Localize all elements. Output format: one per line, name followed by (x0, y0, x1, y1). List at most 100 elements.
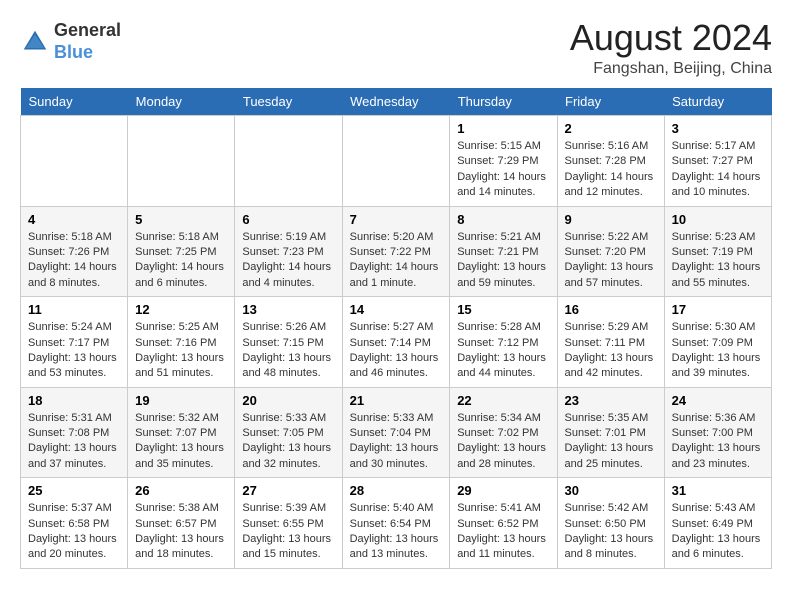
logo-general: General (54, 20, 121, 42)
calendar-cell: 15 Sunrise: 5:28 AM Sunset: 7:12 PM Dayli… (450, 297, 557, 388)
calendar-cell: 7 Sunrise: 5:20 AM Sunset: 7:22 PM Daylig… (342, 206, 450, 297)
day-number: 30 (565, 483, 657, 498)
day-number: 6 (242, 212, 334, 227)
day-number: 10 (672, 212, 764, 227)
calendar-cell: 25Sunrise: 5:37 AM Sunset: 6:58 PM Dayli… (21, 478, 128, 569)
calendar-cell (235, 116, 342, 207)
day-info: Sunrise: 5:40 AM Sunset: 6:54 PM Dayligh… (350, 501, 443, 563)
day-number: 3 (672, 121, 764, 136)
calendar-cell: 17Sunrise: 5:30 AM Sunset: 7:09 PM Dayli… (664, 297, 771, 388)
header-cell-thursday: Thursday (450, 88, 557, 116)
day-number: 22 (457, 393, 549, 408)
header-row: SundayMondayTuesdayWednesdayThursdayFrid… (21, 88, 772, 116)
day-info: Sunrise: 5:17 AM Sunset: 7:27 PM Dayligh… (672, 139, 764, 201)
day-number: 29 (457, 483, 549, 498)
calendar-week-row: 1Sunrise: 5:15 AM Sunset: 7:29 PM Daylig… (21, 116, 772, 207)
header-cell-sunday: Sunday (21, 88, 128, 116)
day-number: 9 (565, 212, 657, 227)
day-info: Sunrise: 5:24 AM Sunset: 7:17 PM Dayligh… (28, 320, 120, 382)
day-number: 1 (457, 121, 549, 136)
day-info: Sunrise: 5:16 AM Sunset: 7:28 PM Dayligh… (565, 139, 657, 201)
day-info: Sunrise: 5:18 AM Sunset: 7:25 PM Dayligh… (135, 230, 227, 292)
calendar-cell: 26Sunrise: 5:38 AM Sunset: 6:57 PM Dayli… (128, 478, 235, 569)
day-info: Sunrise: 5:42 AM Sunset: 6:50 PM Dayligh… (565, 501, 657, 563)
day-number: 31 (672, 483, 764, 498)
logo-icon (20, 27, 50, 57)
day-info: Sunrise: 5:19 AM Sunset: 7:23 PM Dayligh… (242, 230, 334, 292)
calendar-cell: 28 Sunrise: 5:40 AM Sunset: 6:54 PM Dayli… (342, 478, 450, 569)
day-number: 2 (565, 121, 657, 136)
calendar-cell: 22 Sunrise: 5:34 AM Sunset: 7:02 PM Dayli… (450, 387, 557, 478)
day-info: Sunrise: 5:21 AM Sunset: 7:21 PM Dayligh… (457, 230, 549, 292)
day-info: Sunrise: 5:27 AM Sunset: 7:14 PM Dayligh… (350, 320, 443, 382)
day-info: Sunrise: 5:18 AM Sunset: 7:26 PM Dayligh… (28, 230, 120, 292)
day-number: 7 (350, 212, 443, 227)
calendar-cell: 16 Sunrise: 5:29 AM Sunset: 7:11 PM Dayli… (557, 297, 664, 388)
calendar-cell: 20Sunrise: 5:33 AM Sunset: 7:05 PM Dayli… (235, 387, 342, 478)
day-info: Sunrise: 5:39 AM Sunset: 6:55 PM Dayligh… (242, 501, 334, 563)
day-number: 24 (672, 393, 764, 408)
calendar-body: 1Sunrise: 5:15 AM Sunset: 7:29 PM Daylig… (21, 116, 772, 569)
calendar-cell: 3 Sunrise: 5:17 AM Sunset: 7:27 PM Daylig… (664, 116, 771, 207)
day-number: 5 (135, 212, 227, 227)
calendar-cell: 1Sunrise: 5:15 AM Sunset: 7:29 PM Daylig… (450, 116, 557, 207)
day-number: 18 (28, 393, 120, 408)
day-number: 21 (350, 393, 443, 408)
calendar-cell: 14 Sunrise: 5:27 AM Sunset: 7:14 PM Dayli… (342, 297, 450, 388)
calendar-cell (128, 116, 235, 207)
day-number: 8 (457, 212, 549, 227)
calendar-cell: 4 Sunrise: 5:18 AM Sunset: 7:26 PM Daylig… (21, 206, 128, 297)
calendar-cell: 8 Sunrise: 5:21 AM Sunset: 7:21 PM Daylig… (450, 206, 557, 297)
day-number: 15 (457, 302, 549, 317)
day-info: Sunrise: 5:29 AM Sunset: 7:11 PM Dayligh… (565, 320, 657, 382)
calendar-cell: 18 Sunrise: 5:31 AM Sunset: 7:08 PM Dayli… (21, 387, 128, 478)
day-number: 4 (28, 212, 120, 227)
day-info: Sunrise: 5:33 AM Sunset: 7:05 PM Dayligh… (242, 411, 334, 473)
day-number: 17 (672, 302, 764, 317)
header-cell-wednesday: Wednesday (342, 88, 450, 116)
calendar-cell: 30 Sunrise: 5:42 AM Sunset: 6:50 PM Dayli… (557, 478, 664, 569)
day-number: 16 (565, 302, 657, 317)
day-info: Sunrise: 5:38 AM Sunset: 6:57 PM Dayligh… (135, 501, 227, 563)
logo: General Blue (20, 20, 121, 63)
header-cell-saturday: Saturday (664, 88, 771, 116)
calendar-cell: 11 Sunrise: 5:24 AM Sunset: 7:17 PM Dayli… (21, 297, 128, 388)
calendar-cell: 10 Sunrise: 5:23 AM Sunset: 7:19 PM Dayli… (664, 206, 771, 297)
title-section: August 2024 Fangshan, Beijing, China (570, 20, 772, 78)
day-number: 28 (350, 483, 443, 498)
calendar-cell: 19Sunrise: 5:32 AM Sunset: 7:07 PM Dayli… (128, 387, 235, 478)
day-number: 14 (350, 302, 443, 317)
page-header: General Blue August 2024 Fangshan, Beiji… (20, 20, 772, 78)
day-info: Sunrise: 5:28 AM Sunset: 7:12 PM Dayligh… (457, 320, 549, 382)
calendar-cell: 13 Sunrise: 5:26 AM Sunset: 7:15 PM Dayli… (235, 297, 342, 388)
day-number: 25 (28, 483, 120, 498)
header-cell-tuesday: Tuesday (235, 88, 342, 116)
calendar-cell: 29Sunrise: 5:41 AM Sunset: 6:52 PM Dayli… (450, 478, 557, 569)
day-info: Sunrise: 5:22 AM Sunset: 7:20 PM Dayligh… (565, 230, 657, 292)
calendar-cell: 31 Sunrise: 5:43 AM Sunset: 6:49 PM Dayli… (664, 478, 771, 569)
day-number: 11 (28, 302, 120, 317)
day-info: Sunrise: 5:43 AM Sunset: 6:49 PM Dayligh… (672, 501, 764, 563)
calendar-cell (342, 116, 450, 207)
day-info: Sunrise: 5:23 AM Sunset: 7:19 PM Dayligh… (672, 230, 764, 292)
header-cell-friday: Friday (557, 88, 664, 116)
day-info: Sunrise: 5:36 AM Sunset: 7:00 PM Dayligh… (672, 411, 764, 473)
day-number: 13 (242, 302, 334, 317)
calendar-cell: 6 Sunrise: 5:19 AM Sunset: 7:23 PM Daylig… (235, 206, 342, 297)
day-info: Sunrise: 5:33 AM Sunset: 7:04 PM Dayligh… (350, 411, 443, 473)
day-info: Sunrise: 5:31 AM Sunset: 7:08 PM Dayligh… (28, 411, 120, 473)
day-number: 27 (242, 483, 334, 498)
calendar-header: SundayMondayTuesdayWednesdayThursdayFrid… (21, 88, 772, 116)
calendar-cell: 23Sunrise: 5:35 AM Sunset: 7:01 PM Dayli… (557, 387, 664, 478)
day-info: Sunrise: 5:26 AM Sunset: 7:15 PM Dayligh… (242, 320, 334, 382)
calendar-cell: 24 Sunrise: 5:36 AM Sunset: 7:00 PM Dayli… (664, 387, 771, 478)
day-info: Sunrise: 5:20 AM Sunset: 7:22 PM Dayligh… (350, 230, 443, 292)
calendar-cell: 9 Sunrise: 5:22 AM Sunset: 7:20 PM Daylig… (557, 206, 664, 297)
header-cell-monday: Monday (128, 88, 235, 116)
day-info: Sunrise: 5:32 AM Sunset: 7:07 PM Dayligh… (135, 411, 227, 473)
calendar-week-row: 11 Sunrise: 5:24 AM Sunset: 7:17 PM Dayli… (21, 297, 772, 388)
day-info: Sunrise: 5:34 AM Sunset: 7:02 PM Dayligh… (457, 411, 549, 473)
calendar-cell: 5 Sunrise: 5:18 AM Sunset: 7:25 PM Daylig… (128, 206, 235, 297)
day-info: Sunrise: 5:25 AM Sunset: 7:16 PM Dayligh… (135, 320, 227, 382)
calendar-cell: 2 Sunrise: 5:16 AM Sunset: 7:28 PM Daylig… (557, 116, 664, 207)
